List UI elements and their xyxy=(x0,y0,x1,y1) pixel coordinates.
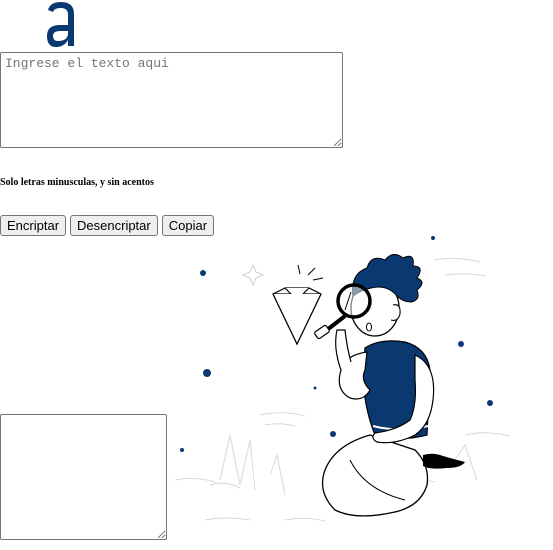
page: Solo letras minusculas, y sin acentos En… xyxy=(0,0,553,550)
logo-icon xyxy=(47,2,74,47)
decrypt-button[interactable]: Desencriptar xyxy=(70,215,158,236)
diamond-icon xyxy=(272,287,322,346)
person-magnifying-glass-illustration xyxy=(174,236,511,522)
text-input[interactable] xyxy=(0,52,343,148)
input-hint: Solo letras minusculas, y sin acentos xyxy=(0,177,154,188)
output-textarea[interactable] xyxy=(0,414,167,540)
encrypt-button[interactable]: Encriptar xyxy=(0,215,67,236)
